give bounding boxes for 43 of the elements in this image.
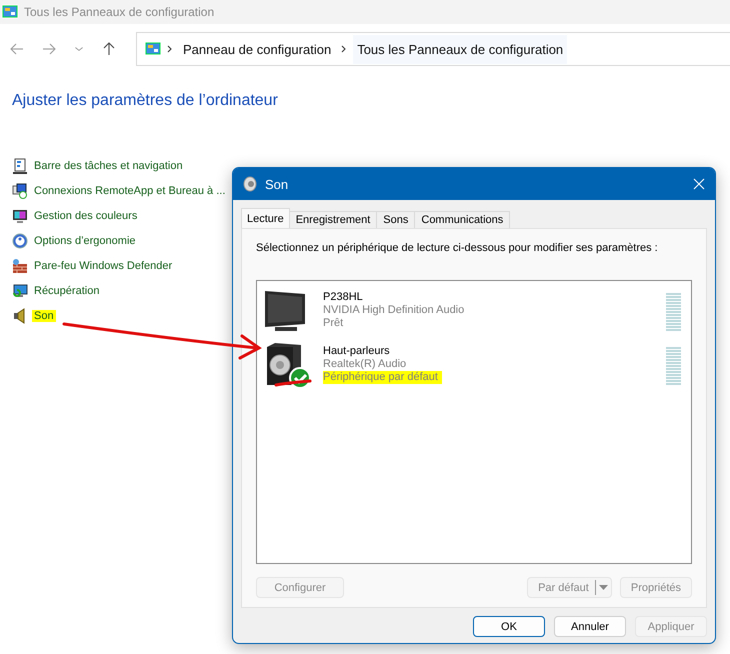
control-panel-link[interactable]: Pare-feu Windows Defender <box>32 260 174 272</box>
breadcrumb-item[interactable]: Tous les Panneaux de configuration <box>353 34 568 64</box>
control-panel-link[interactable]: Récupération <box>32 284 102 296</box>
forward-icon[interactable] <box>42 42 56 56</box>
caret-icon <box>598 585 608 590</box>
control-panel-link[interactable]: Gestion des couleurs <box>32 210 140 222</box>
control-panel-link[interactable]: Options d’ergonomie <box>32 234 138 246</box>
close-icon[interactable] <box>693 178 705 190</box>
device-status: Prêt <box>323 317 344 330</box>
back-icon[interactable] <box>10 42 24 56</box>
control-panel-link[interactable]: Connexions RemoteApp et Bureau à ... <box>32 184 228 196</box>
monitor-icon <box>265 291 305 331</box>
device-status: Périphérique par défaut <box>323 371 442 384</box>
chevron-right-icon <box>167 45 173 53</box>
accessibility-icon <box>12 232 28 248</box>
taskbar-icon <box>12 158 28 174</box>
recovery-icon <box>12 282 28 298</box>
level-meter <box>666 347 681 387</box>
device-driver: NVIDIA High Definition Audio <box>323 304 464 317</box>
speaker-icon <box>243 176 257 192</box>
dialog-title: Son <box>265 176 290 192</box>
control-panel-link[interactable]: Barre des tâches et navigation <box>32 160 185 172</box>
remote-desktop-icon <box>12 182 28 198</box>
brick-wall-icon <box>12 258 28 274</box>
up-icon[interactable] <box>102 42 116 56</box>
breadcrumb-item[interactable]: Panneau de configuration <box>179 34 336 64</box>
dialog-button[interactable]: OK <box>473 616 545 637</box>
device-driver: Realtek(R) Audio <box>323 358 406 371</box>
tab[interactable]: Lecture <box>241 208 290 228</box>
page-heading: Ajuster les paramètres de l’ordinateur <box>12 92 279 110</box>
tab[interactable]: Communications <box>414 211 510 228</box>
address-bar[interactable]: Panneau de configuration Tous les Panneaux de configuration <box>136 32 730 66</box>
instruction-text: Sélectionnez un périphérique de lecture ci-dessous pour modifier ses paramètres : <box>256 242 659 254</box>
color-monitor-icon <box>12 208 28 224</box>
control-panel-icon <box>145 42 161 56</box>
level-meter <box>666 293 681 333</box>
control-panel-link[interactable]: Son <box>32 310 56 322</box>
chevron-right-icon <box>341 45 348 53</box>
dialog-button[interactable]: Annuler <box>554 616 626 637</box>
device-name: P238HL <box>323 291 364 304</box>
window-title: Tous les Panneaux de configuration <box>24 5 214 19</box>
device-name: Haut-parleurs <box>323 345 391 358</box>
tab[interactable]: Enregistrement <box>288 211 378 228</box>
